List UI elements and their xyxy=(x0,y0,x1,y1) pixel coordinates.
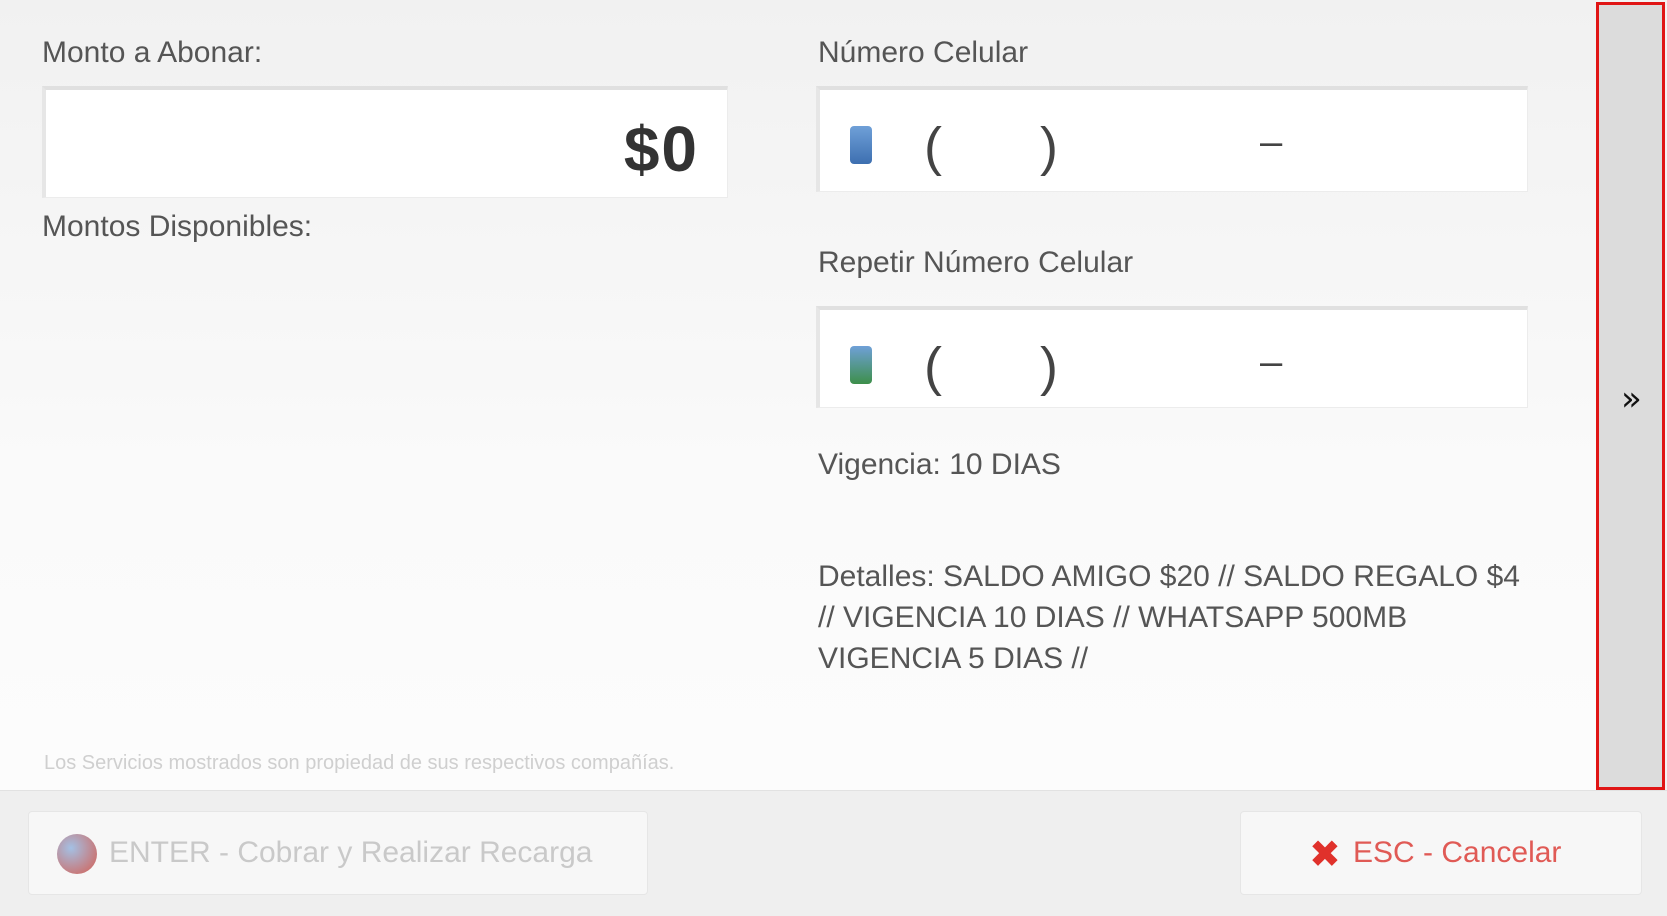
mobile-phone-icon xyxy=(850,126,872,164)
form-area: Monto a Abonar: $0 Montos Disponibles: N… xyxy=(0,0,1596,790)
cancel-button-label: ESC - Cancelar xyxy=(1353,836,1562,869)
mobile-phone-check-icon xyxy=(850,346,872,384)
amount-input[interactable]: $0 xyxy=(42,86,728,198)
available-amounts-label: Montos Disponibles: xyxy=(42,210,313,243)
phone-mask-open-paren: ( xyxy=(924,337,942,397)
phone-mask-dash: – xyxy=(1260,340,1283,384)
phone-mask-close-paren: ) xyxy=(1040,337,1058,397)
charge-button-label: ENTER - Cobrar y Realizar Recarga xyxy=(109,836,593,869)
recharge-icon xyxy=(57,834,97,874)
recharge-dialog: Monto a Abonar: $0 Montos Disponibles: N… xyxy=(0,0,1667,916)
expand-panel-button[interactable]: » xyxy=(1596,2,1665,790)
charge-and-recharge-button[interactable]: ENTER - Cobrar y Realizar Recarga xyxy=(28,811,648,895)
phone-repeat-input[interactable]: ( ) – xyxy=(816,306,1528,408)
phone-mask-open-paren: ( xyxy=(924,117,942,177)
phone-repeat-label: Repetir Número Celular xyxy=(818,246,1134,279)
validity-text: Vigencia: 10 DIAS xyxy=(818,448,1061,481)
double-chevron-right-icon: » xyxy=(1621,379,1642,419)
details-text: Detalles: SALDO AMIGO $20 // SALDO REGAL… xyxy=(818,560,1520,675)
phone-number-input[interactable]: ( ) – xyxy=(816,86,1528,192)
cancel-button[interactable]: ✖ ESC - Cancelar xyxy=(1240,811,1642,895)
phone-mask-close-paren: ) xyxy=(1040,117,1058,177)
footnote-text: Los Servicios mostrados son propiedad de… xyxy=(44,752,675,774)
amount-value: $0 xyxy=(623,113,699,185)
dialog-footer: ENTER - Cobrar y Realizar Recarga ✖ ESC … xyxy=(0,790,1667,916)
phone-mask-dash: – xyxy=(1260,120,1283,164)
amount-label: Monto a Abonar: xyxy=(42,36,263,69)
phone-number-label: Número Celular xyxy=(818,36,1029,69)
close-icon: ✖ xyxy=(1309,832,1341,876)
